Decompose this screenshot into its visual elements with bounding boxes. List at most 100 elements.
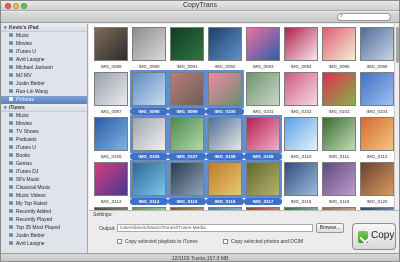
photo-thumbnail[interactable] — [246, 72, 280, 106]
photo-thumbnail[interactable] — [130, 160, 168, 198]
photo-tile[interactable]: IMG_0117 — [244, 160, 282, 207]
device-item-7[interactable]: Ruo-Lin Wang — [1, 88, 87, 96]
itunes-item-6[interactable]: Genius — [1, 160, 87, 168]
photo-tile[interactable]: IMG_0093 — [244, 27, 282, 72]
photo-thumbnail[interactable] — [170, 27, 204, 61]
photo-tile[interactable]: IMG_0091 — [168, 27, 206, 72]
photo-tile[interactable]: IMG_0097 — [92, 72, 130, 117]
itunes-item-0[interactable]: Music — [1, 112, 87, 120]
device-item-8[interactable]: Pictures — [1, 96, 87, 104]
itunes-group-header[interactable]: ▾ iTunes — [1, 104, 87, 112]
search-input[interactable]: ⌕ — [337, 13, 391, 21]
photo-tile[interactable]: IMG_0108 — [206, 115, 244, 162]
photo-thumbnail[interactable] — [206, 160, 244, 198]
photo-thumbnail[interactable] — [284, 117, 318, 151]
photo-thumbnail[interactable] — [168, 115, 206, 153]
photo-thumbnail[interactable] — [94, 27, 128, 61]
photo-thumbnail[interactable] — [360, 27, 394, 61]
itunes-item-8[interactable]: 90's Music — [1, 176, 87, 184]
photo-tile[interactable]: IMG_0101 — [244, 72, 282, 117]
device-item-4[interactable]: Michael Jackson — [1, 64, 87, 72]
photo-tile[interactable]: IMG_0112 — [358, 117, 396, 162]
copy-button[interactable]: Copy — [352, 223, 396, 250]
itunes-item-16[interactable]: Avril Lavigne — [1, 240, 87, 248]
photo-thumbnail[interactable] — [132, 27, 166, 61]
device-item-6[interactable]: Justin Bieber — [1, 80, 87, 88]
photo-thumbnail[interactable] — [360, 72, 394, 106]
photo-thumbnail[interactable] — [130, 70, 168, 108]
checkbox-box[interactable] — [223, 239, 228, 244]
photo-thumbnail[interactable] — [284, 162, 318, 196]
photo-tile[interactable]: IMG_0102 — [282, 72, 320, 117]
photo-tile[interactable]: IMG_0120 — [358, 162, 396, 207]
photo-tile[interactable]: IMG_0115 — [168, 160, 206, 207]
itunes-item-15[interactable]: Justin Bieber — [1, 232, 87, 240]
photo-thumbnail[interactable] — [322, 162, 356, 196]
photo-tile[interactable]: IMG_0107 — [168, 115, 206, 162]
photo-tile[interactable]: IMG_0104 — [358, 72, 396, 117]
photo-thumbnail[interactable] — [206, 70, 244, 108]
photo-tile[interactable]: IMG_0089 — [92, 27, 130, 72]
vertical-scrollbar[interactable] — [394, 24, 399, 210]
itunes-item-5[interactable]: Books — [1, 152, 87, 160]
photo-thumbnail[interactable] — [284, 27, 318, 61]
photo-tile[interactable]: IMG_0116 — [206, 160, 244, 207]
photo-tile[interactable]: IMG_0099 — [168, 70, 206, 117]
itunes-item-13[interactable]: Recently Played — [1, 216, 87, 224]
photo-thumbnail[interactable] — [208, 27, 242, 61]
photo-thumbnail[interactable] — [244, 115, 282, 153]
copy-playlists-checkbox[interactable]: Copy selected playlists to iTunes — [117, 239, 198, 245]
photo-tile[interactable]: IMG_0110 — [282, 117, 320, 162]
itunes-item-11[interactable]: My Top Rated — [1, 200, 87, 208]
photo-thumbnail[interactable] — [94, 72, 128, 106]
photo-thumbnail[interactable] — [94, 162, 128, 196]
device-item-1[interactable]: Movies — [1, 40, 87, 48]
photo-tile[interactable]: IMG_0095 — [320, 27, 358, 72]
photo-tile[interactable]: IMG_0118 — [282, 162, 320, 207]
output-path-field[interactable]: /Users/kevin/Music/iTunes/iTunes Media — [117, 224, 313, 232]
photo-thumbnail[interactable] — [360, 117, 394, 151]
photo-thumbnail[interactable] — [94, 117, 128, 151]
itunes-item-9[interactable]: Classical Music — [1, 184, 87, 192]
photo-tile[interactable]: IMG_0109 — [244, 115, 282, 162]
photo-tile[interactable]: IMG_0098 — [130, 70, 168, 117]
photo-thumbnail[interactable] — [322, 72, 356, 106]
photo-tile[interactable]: IMG_0106 — [130, 115, 168, 162]
photo-tile[interactable]: IMG_0096 — [358, 27, 396, 72]
photo-tile[interactable]: IMG_0111 — [320, 117, 358, 162]
itunes-item-10[interactable]: Music Videos — [1, 192, 87, 200]
itunes-item-3[interactable]: Podcasts — [1, 136, 87, 144]
photo-thumbnail[interactable] — [168, 70, 206, 108]
itunes-item-2[interactable]: TV Shows — [1, 128, 87, 136]
photo-tile[interactable]: IMG_0094 — [282, 27, 320, 72]
photo-tile[interactable]: IMG_0100 — [206, 70, 244, 117]
photo-tile[interactable]: IMG_0114 — [130, 160, 168, 207]
device-group-header[interactable]: ▾ Kevin's iPad — [1, 24, 87, 32]
itunes-item-1[interactable]: Movies — [1, 120, 87, 128]
photo-tile[interactable]: IMG_0090 — [130, 27, 168, 72]
photo-thumbnail[interactable] — [322, 27, 356, 61]
photo-tile[interactable]: IMG_0105 — [92, 117, 130, 162]
itunes-item-12[interactable]: Recently Added — [1, 208, 87, 216]
photo-thumbnail[interactable] — [168, 160, 206, 198]
itunes-item-14[interactable]: Top 25 Most Played — [1, 224, 87, 232]
photo-tile[interactable]: IMG_0103 — [320, 72, 358, 117]
photo-thumbnail[interactable] — [130, 115, 168, 153]
device-item-5[interactable]: MJ MV — [1, 72, 87, 80]
photo-tile[interactable]: IMG_0119 — [320, 162, 358, 207]
device-item-0[interactable]: Music — [1, 32, 87, 40]
photo-thumbnail[interactable] — [284, 72, 318, 106]
scroll-thumb[interactable] — [396, 27, 399, 63]
itunes-item-4[interactable]: iTunes U — [1, 144, 87, 152]
photo-thumbnail[interactable] — [322, 117, 356, 151]
photo-thumbnail[interactable] — [360, 162, 394, 196]
browse-button[interactable]: Browse... — [316, 223, 344, 233]
checkbox-box[interactable] — [117, 239, 122, 244]
photo-thumbnail[interactable] — [244, 160, 282, 198]
photo-thumbnail[interactable] — [246, 27, 280, 61]
itunes-item-7[interactable]: iTunes DJ — [1, 168, 87, 176]
device-item-3[interactable]: Avril Lavigne — [1, 56, 87, 64]
photo-tile[interactable]: IMG_0092 — [206, 27, 244, 72]
device-item-2[interactable]: iTunes U — [1, 48, 87, 56]
copy-photos-checkbox[interactable]: Copy selected photos and DCIM — [223, 239, 303, 245]
